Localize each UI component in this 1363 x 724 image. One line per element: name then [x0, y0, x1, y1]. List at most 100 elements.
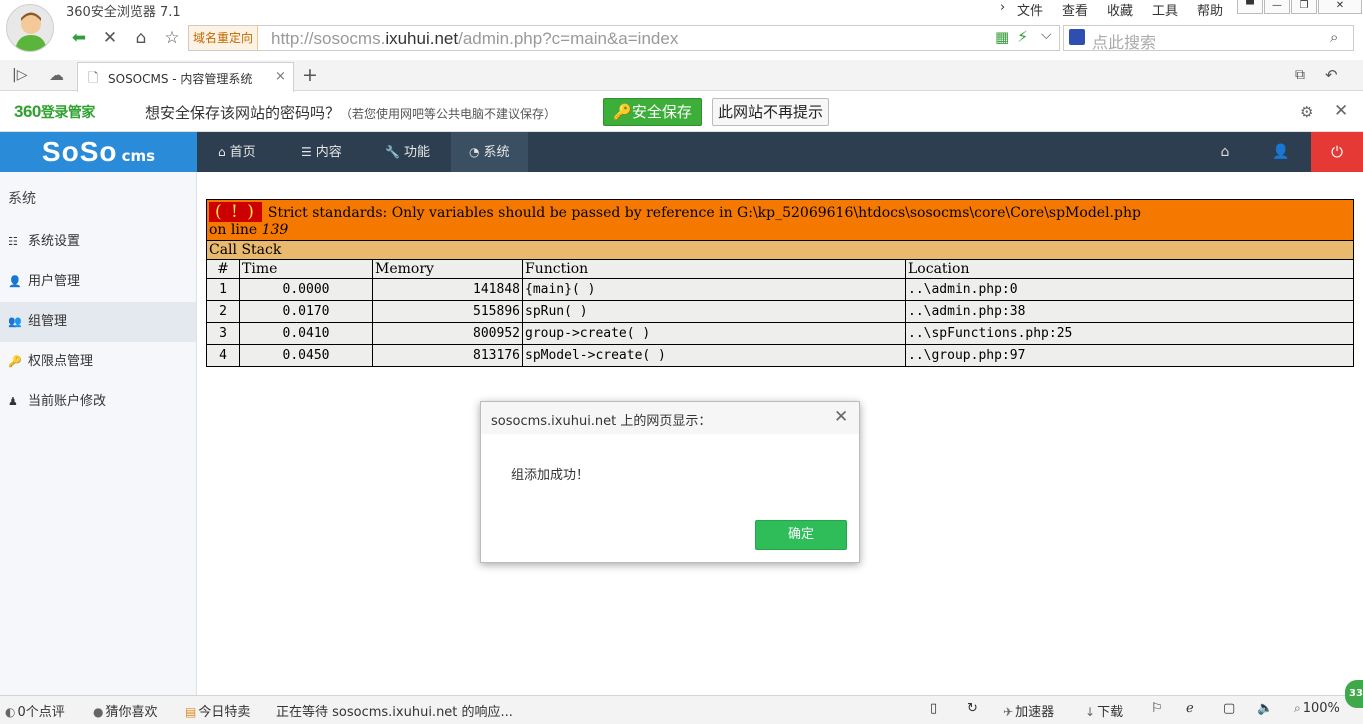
sidebar-item-account-edit[interactable]: ♟ 当前账户修改	[0, 382, 196, 422]
undo-icon[interactable]: ↶	[1325, 66, 1338, 84]
star-icon[interactable]: ☆	[159, 25, 185, 51]
error-icon: ( ! )	[209, 202, 262, 222]
sidebar-item-user-management[interactable]: 👤 用户管理	[0, 262, 196, 302]
menu-view[interactable]: 查看	[1062, 0, 1088, 19]
chevron-down-icon[interactable]: ⌵	[1041, 27, 1052, 43]
guess-link[interactable]: ● 猜你喜欢	[93, 701, 158, 720]
zoom-control[interactable]: ⌕ 100%	[1294, 701, 1340, 716]
dialog-message: 组添加成功！	[511, 468, 590, 483]
volume-icon[interactable]: 🔈	[1257, 701, 1273, 716]
password-prompt: 想安全保存该网站的密码吗？（若您使用网吧等公共电脑不建议保存）	[145, 104, 557, 122]
new-tab-button[interactable]: +	[302, 64, 318, 86]
tab-active[interactable]: 🗋 SOSOCMS - 内容管理系统 ×	[77, 62, 294, 92]
sidebar: 系统 ☷ 系统设置 👤 用户管理 👥 组管理 🔑 权限点管理 ♟ 当前账户修改	[0, 172, 197, 695]
search-input[interactable]: 点此搜索	[1092, 29, 1156, 53]
alert-dialog: sosocms.ixuhui.net 上的网页显示： ✕ 组添加成功！ 确定	[480, 401, 860, 563]
col-location: Location	[905, 259, 1354, 279]
comments-link[interactable]: ◐ 0个点评	[5, 701, 65, 720]
ok-button[interactable]: 确定	[755, 520, 847, 550]
minimize-button[interactable]: —	[1264, 0, 1290, 14]
logout-power-icon[interactable]: ⏻	[1311, 132, 1363, 172]
nav-system[interactable]: ◔ 系统	[451, 132, 528, 172]
app-title: 360安全浏览器 7.1	[66, 5, 181, 20]
key-icon: 🔑	[613, 103, 632, 121]
sliders-icon: ☷	[8, 235, 18, 248]
daily-deals-link[interactable]: ▤ 今日特卖	[185, 701, 250, 720]
key-icon: 🔑	[8, 355, 22, 368]
cloud-icon[interactable]: ☁	[49, 66, 64, 84]
status-bar: ◐ 0个点评 ● 猜你喜欢 ▤ 今日特卖 正在等待 sosocms.ixuhui.ne…	[0, 695, 1363, 724]
php-error-table: ( ! ) Strict standards: Only variables sh…	[206, 199, 1354, 367]
maximize-button[interactable]: ❐	[1291, 0, 1317, 14]
table-row: 3 0.0410 800952 group->create( ) ..\spFuncti…	[206, 322, 1354, 345]
accelerator-button[interactable]: ✈ 加速器	[1003, 701, 1054, 720]
lightning-icon[interactable]: ⚡	[1017, 27, 1028, 46]
header-home-icon[interactable]: ⌂	[1197, 132, 1253, 172]
qrcode-icon[interactable]: ▦	[995, 28, 1009, 46]
stop-icon[interactable]: ✕	[97, 25, 123, 51]
table-row: 1 0.0000 141848 {main}( ) ..\admin.php:0	[206, 278, 1354, 301]
col-function: Function	[522, 259, 906, 279]
secure-save-button[interactable]: 🔑安全保存	[603, 98, 702, 126]
loading-status: 正在等待 sosocms.ixuhui.net 的响应...	[276, 705, 513, 720]
redirect-tag[interactable]: 域名重定向	[189, 26, 259, 50]
close-window-button[interactable]: ✕	[1318, 0, 1362, 14]
dot-icon: ●	[93, 705, 104, 719]
rocket-icon: ✈	[1003, 705, 1014, 719]
avatar-icon	[15, 12, 47, 51]
phone-icon[interactable]: ▯	[930, 701, 937, 716]
flag-icon[interactable]: ⚐	[1151, 701, 1163, 716]
home-icon[interactable]: ⌂	[128, 25, 154, 51]
never-prompt-button[interactable]: 此网站不再提示	[712, 98, 829, 126]
gift-icon: ▤	[185, 705, 197, 719]
sidebar-item-system-settings[interactable]: ☷ 系统设置	[0, 222, 196, 262]
menu-chevron-icon[interactable]: ›	[1000, 0, 1005, 15]
users-icon: 👥	[8, 315, 22, 328]
url-text[interactable]: http://sosocms.ixuhui.net/admin.php?c=ma…	[271, 29, 678, 49]
back-icon[interactable]: ⬅	[66, 25, 92, 51]
dialog-title-bar: sosocms.ixuhui.net 上的网页显示： ✕	[481, 402, 859, 434]
dashboard-icon: ◔	[469, 145, 480, 159]
sidebar-title: 系统	[8, 191, 36, 207]
window-icon[interactable]: ▢	[1223, 701, 1235, 716]
restore-tabs-icon[interactable]: ⧉	[1295, 67, 1305, 83]
nav-functions[interactable]: 🔧 功能	[367, 132, 448, 172]
search-icon[interactable]: ⌕	[1330, 28, 1338, 46]
col-time: Time	[239, 259, 373, 279]
menu-tools[interactable]: 工具	[1152, 0, 1178, 19]
page-icon: 🗋	[88, 71, 99, 86]
skin-button[interactable]: ▀	[1237, 0, 1263, 14]
menu-favorites[interactable]: 收藏	[1107, 0, 1133, 19]
refresh-icon[interactable]: ↻	[967, 701, 978, 716]
user-tie-icon: ♟	[8, 395, 18, 408]
menu-help[interactable]: 帮助	[1197, 0, 1223, 19]
tab-title: SOSOCMS - 内容管理系统	[108, 72, 253, 86]
header-user-icon[interactable]: 👤	[1253, 132, 1309, 172]
baidu-icon[interactable]	[1069, 29, 1085, 45]
download-button[interactable]: ↓ 下载	[1085, 701, 1123, 720]
login-manager-logo: 360登录管家	[14, 102, 95, 121]
sidebar-item-group-management[interactable]: 👥 组管理	[0, 302, 196, 342]
notification-badge[interactable]: 33	[1345, 680, 1363, 708]
ie-icon[interactable]: ℯ	[1186, 701, 1194, 716]
close-icon[interactable]: ✕	[1334, 101, 1348, 121]
col-memory: Memory	[372, 259, 523, 279]
sidebar-item-permission-management[interactable]: 🔑 权限点管理	[0, 342, 196, 382]
tab-close-icon[interactable]: ×	[275, 69, 286, 84]
cms-logo[interactable]: SoSo cms	[0, 132, 197, 172]
search-box[interactable]: 点此搜索 ⌕	[1063, 25, 1354, 53]
dialog-close-icon[interactable]: ✕	[834, 407, 848, 427]
address-bar[interactable]: 域名重定向 http://sosocms.ixuhui.net/admin.ph…	[188, 25, 1060, 51]
user-icon: 👤	[8, 275, 22, 288]
menu-file[interactable]: 文件	[1017, 0, 1043, 19]
comment-icon: ◐	[5, 705, 16, 719]
user-avatar[interactable]	[6, 4, 54, 52]
nav-home[interactable]: ⌂ 首页	[200, 132, 274, 172]
col-number: #	[206, 259, 240, 279]
nav-content[interactable]: ☰ 内容	[283, 132, 360, 172]
sidebar-toggle-icon[interactable]: |▷	[12, 67, 27, 83]
gear-icon[interactable]: ⚙	[1300, 103, 1313, 121]
error-message: ( ! ) Strict standards: Only variables sh…	[206, 199, 1354, 241]
home-icon: ⌂	[218, 145, 226, 159]
wrench-icon: 🔧	[385, 145, 400, 159]
